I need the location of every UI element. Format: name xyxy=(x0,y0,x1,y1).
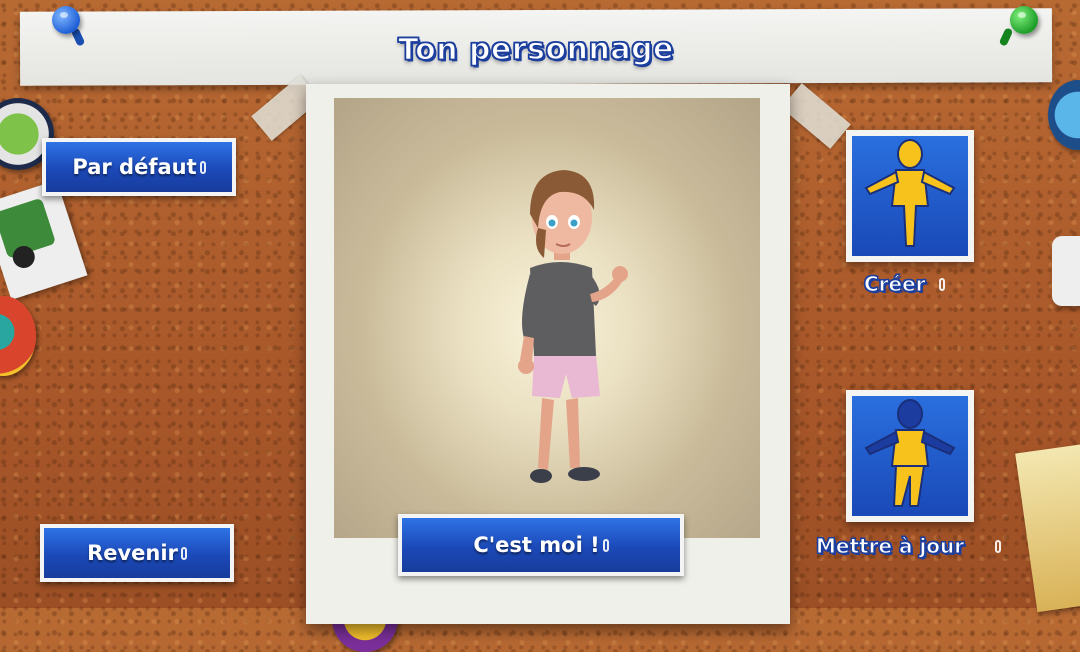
page-title: Ton personnage xyxy=(397,31,674,68)
back-button[interactable]: Revenir xyxy=(40,524,234,582)
photo-decoration xyxy=(0,180,88,300)
badge-decoration xyxy=(0,296,36,376)
partial-body-figure-icon xyxy=(864,399,956,507)
badge-decoration xyxy=(1048,80,1080,150)
confirm-button[interactable]: C'est moi ! xyxy=(398,514,684,576)
avatar-preview xyxy=(334,98,760,538)
avatar-figure xyxy=(518,170,628,483)
create-card-panel xyxy=(852,136,968,256)
blue-pin-icon xyxy=(52,6,80,34)
photo-decoration xyxy=(1052,236,1080,306)
microphone-icon xyxy=(180,546,187,560)
confirm-button-label: C'est moi ! xyxy=(473,533,600,557)
update-card-panel xyxy=(852,396,968,516)
microphone-icon xyxy=(602,538,609,552)
update-card[interactable] xyxy=(846,390,974,522)
microphone-icon xyxy=(199,160,206,174)
update-label: Mettre à jour xyxy=(815,534,965,559)
green-pin-icon xyxy=(1010,6,1038,34)
tape-decoration xyxy=(781,83,851,149)
default-button-label: Par défaut xyxy=(72,155,197,179)
default-button[interactable]: Par défaut xyxy=(42,138,236,196)
create-label: Créer xyxy=(864,272,927,297)
back-button-label: Revenir xyxy=(87,541,178,565)
title-banner: Ton personnage xyxy=(19,8,1053,86)
microphone-icon xyxy=(939,278,945,291)
create-card[interactable] xyxy=(846,130,974,262)
photo-decoration xyxy=(1015,443,1080,613)
microphone-icon xyxy=(995,540,1001,553)
full-body-figure-icon xyxy=(864,139,956,247)
